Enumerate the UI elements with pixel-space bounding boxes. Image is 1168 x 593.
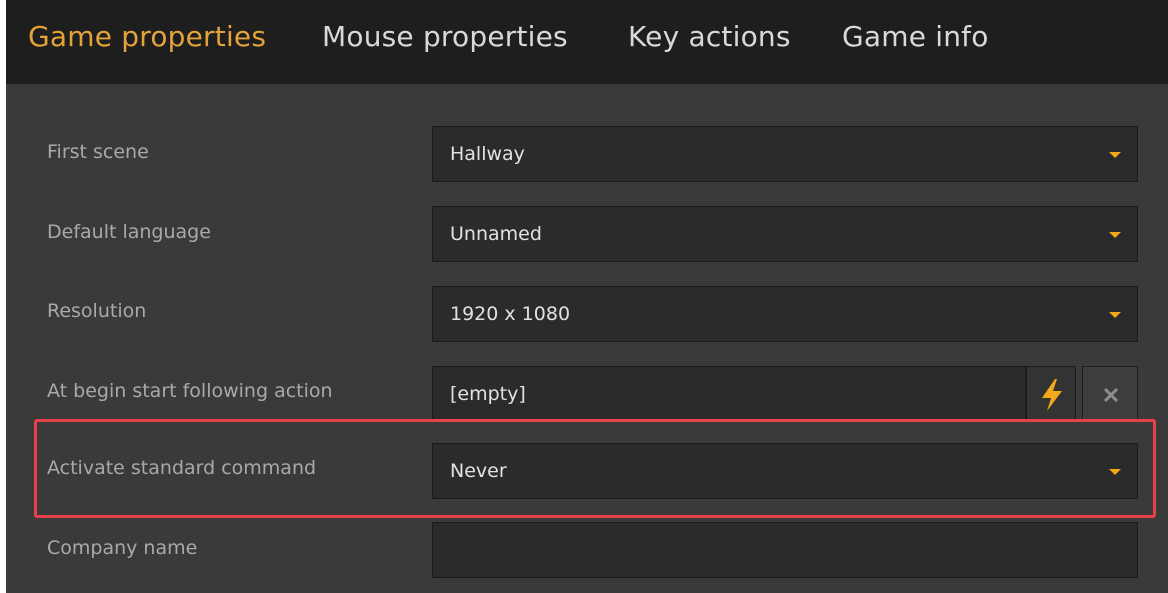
chevron-down-icon — [1109, 152, 1121, 158]
tab-mouse-properties[interactable]: Mouse properties — [322, 20, 568, 53]
tab-game-properties[interactable]: Game properties — [28, 20, 266, 53]
default-language-label: Default language — [47, 221, 211, 243]
first-scene-label: First scene — [47, 141, 149, 163]
first-scene-dropdown[interactable]: Hallway — [432, 126, 1138, 182]
begin-action-label: At begin start following action — [47, 380, 333, 402]
resolution-dropdown[interactable]: 1920 x 1080 — [432, 286, 1138, 342]
lightning-bolt-icon — [1042, 379, 1062, 411]
begin-action-value: [empty] — [450, 383, 526, 405]
begin-action-field[interactable]: [empty] — [432, 366, 1026, 422]
select-action-button[interactable] — [1026, 366, 1076, 422]
default-language-value: Unnamed — [450, 223, 542, 245]
close-icon — [1103, 387, 1119, 403]
standard-command-dropdown[interactable]: Never — [432, 443, 1138, 499]
company-name-label: Company name — [47, 537, 198, 559]
tab-game-info[interactable]: Game info — [842, 20, 989, 53]
chevron-down-icon — [1109, 469, 1121, 475]
resolution-label: Resolution — [47, 300, 147, 322]
standard-command-label: Activate standard command — [47, 457, 317, 479]
tab-bar: Game properties Mouse properties Key act… — [6, 0, 1168, 84]
chevron-down-icon — [1109, 312, 1121, 318]
chevron-down-icon — [1109, 232, 1121, 238]
standard-command-value: Never — [450, 460, 507, 482]
default-language-dropdown[interactable]: Unnamed — [432, 206, 1138, 262]
resolution-value: 1920 x 1080 — [450, 303, 571, 325]
tab-key-actions[interactable]: Key actions — [628, 20, 791, 53]
company-name-field[interactable] — [432, 522, 1138, 578]
first-scene-value: Hallway — [450, 143, 525, 165]
game-properties-panel: Game properties Mouse properties Key act… — [6, 0, 1168, 593]
clear-action-button[interactable] — [1082, 366, 1138, 422]
